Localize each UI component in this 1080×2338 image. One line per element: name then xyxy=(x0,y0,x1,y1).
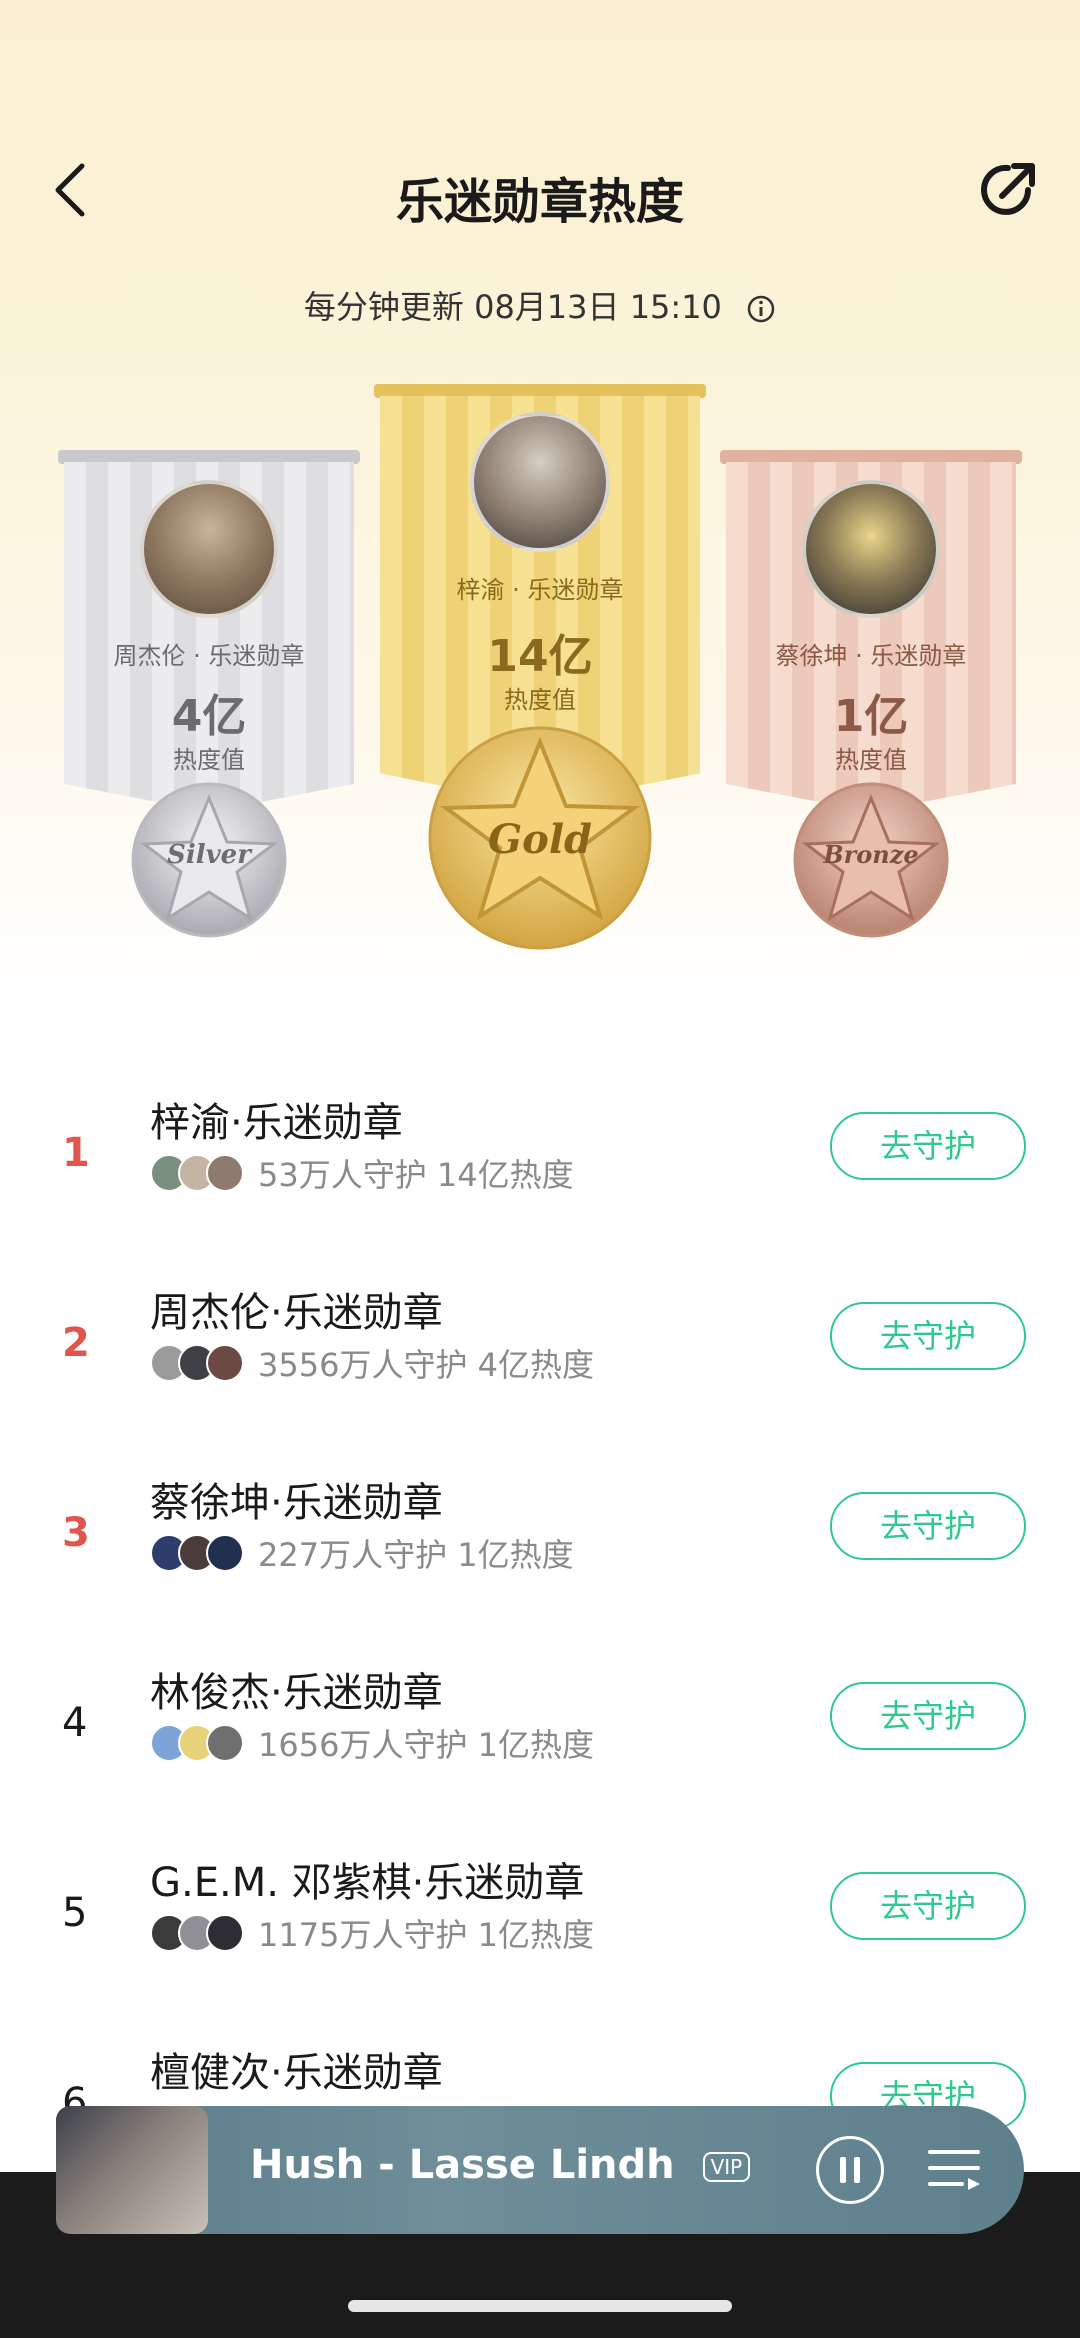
pause-icon xyxy=(840,2157,860,2183)
share-button[interactable] xyxy=(976,158,1040,222)
fan-avatars xyxy=(150,1914,244,1952)
rank-name: G.E.M. 邓紫棋·乐迷勋章 xyxy=(150,1860,585,1906)
playlist-button[interactable] xyxy=(924,2140,984,2200)
medal-label: Bronze xyxy=(823,840,919,869)
share-icon xyxy=(981,163,1035,215)
rank-meta: 227万人守护 1亿热度 xyxy=(150,1530,574,1576)
rank-name: 林俊杰·乐迷勋章 xyxy=(150,1670,443,1716)
podium-label: 热度值 xyxy=(173,746,245,774)
list-item[interactable]: 4 林俊杰·乐迷勋章 1656万人守护 1亿热度 去守护 xyxy=(0,1660,1080,1850)
podium-bronze[interactable]: 蔡徐坤 · 乐迷勋章 1亿 热度值 Bronze xyxy=(720,450,1022,938)
podium-name: 蔡徐坤 · 乐迷勋章 xyxy=(775,642,967,670)
rank-name: 周杰伦·乐迷勋章 xyxy=(150,1290,443,1336)
podium-gold[interactable]: 梓渝 · 乐迷勋章 14亿 热度值 Gold xyxy=(374,384,706,974)
rank-meta: 1175万人守护 1亿热度 xyxy=(150,1910,594,1956)
silver-medal: Silver xyxy=(114,780,304,940)
podium-value: 4亿 xyxy=(171,691,247,742)
playlist-icon xyxy=(928,2150,980,2190)
rank-stats: 1175万人守护 1亿热度 xyxy=(258,1916,594,1954)
update-text: 每分钟更新 08月13日 15:10 xyxy=(303,288,722,326)
update-info: 每分钟更新 08月13日 15:10 xyxy=(0,282,1080,328)
song-name: Hush - Lasse Lindh xyxy=(250,2142,675,2188)
rank-meta: 1656万人守护 1亿热度 xyxy=(150,1720,594,1766)
rank-name: 蔡徐坤·乐迷勋章 xyxy=(150,1480,443,1526)
podium-silver[interactable]: 周杰伦 · 乐迷勋章 4亿 热度值 Silver xyxy=(58,450,360,938)
rank-stats: 3556万人守护 4亿热度 xyxy=(258,1346,594,1384)
vip-badge: VIP xyxy=(702,2152,751,2182)
fan-avatar xyxy=(206,1914,244,1952)
rank-number: 3 xyxy=(62,1510,90,1556)
rank-name: 梓渝·乐迷勋章 xyxy=(150,1100,403,1146)
top-bar: 乐迷勋章热度 xyxy=(0,140,1080,240)
rank-stats: 1656万人守护 1亿热度 xyxy=(258,1726,594,1764)
song-title[interactable]: Hush - Lasse Lindh VIP xyxy=(250,2142,751,2188)
avatar xyxy=(140,480,278,618)
rank-number: 1 xyxy=(62,1130,90,1176)
avatar xyxy=(802,480,940,618)
fan-avatars xyxy=(150,1154,244,1192)
podium-label: 热度值 xyxy=(835,746,907,774)
fan-avatars xyxy=(150,1724,244,1762)
podium-value: 1亿 xyxy=(833,691,909,742)
fan-avatars xyxy=(150,1534,244,1572)
page-title: 乐迷勋章热度 xyxy=(395,174,684,230)
list-item[interactable]: 3 蔡徐坤·乐迷勋章 227万人守护 1亿热度 去守护 xyxy=(0,1470,1080,1660)
fan-avatar xyxy=(206,1154,244,1192)
banner-rod xyxy=(720,450,1022,464)
guard-button[interactable]: 去守护 xyxy=(830,1872,1026,1940)
rank-meta: 53万人守护 14亿热度 xyxy=(150,1150,574,1196)
banner-rod xyxy=(374,384,706,398)
gold-medal: Gold xyxy=(402,720,678,950)
fan-avatar xyxy=(206,1534,244,1572)
podium-name: 梓渝 · 乐迷勋章 xyxy=(456,576,624,604)
guard-button[interactable]: 去守护 xyxy=(830,1492,1026,1560)
list-item[interactable]: 5 G.E.M. 邓紫棋·乐迷勋章 1175万人守护 1亿热度 去守护 xyxy=(0,1850,1080,2040)
rank-stats: 53万人守护 14亿热度 xyxy=(258,1156,574,1194)
podium-label: 热度值 xyxy=(504,686,576,714)
rank-number: 2 xyxy=(62,1320,90,1366)
fan-avatar xyxy=(206,1344,244,1382)
bronze-medal: Bronze xyxy=(776,780,966,940)
guard-button[interactable]: 去守护 xyxy=(830,1302,1026,1370)
fan-avatar xyxy=(206,1724,244,1762)
album-cover[interactable] xyxy=(56,2106,208,2234)
info-icon[interactable] xyxy=(746,294,776,324)
podium-value: 14亿 xyxy=(487,631,593,682)
guard-button[interactable]: 去守护 xyxy=(830,1682,1026,1750)
rank-number: 5 xyxy=(62,1890,88,1936)
medal-label: Silver xyxy=(167,840,251,870)
list-item[interactable]: 1 梓渝·乐迷勋章 53万人守护 14亿热度 去守护 xyxy=(0,1090,1080,1280)
fan-avatars xyxy=(150,1344,244,1382)
banner-rod xyxy=(58,450,360,464)
pause-button[interactable] xyxy=(816,2136,884,2204)
home-indicator xyxy=(348,2300,732,2312)
guard-button[interactable]: 去守护 xyxy=(830,1112,1026,1180)
rank-stats: 227万人守护 1亿热度 xyxy=(258,1536,574,1574)
list-item[interactable]: 2 周杰伦·乐迷勋章 3556万人守护 4亿热度 去守护 xyxy=(0,1280,1080,1470)
rank-name: 檀健次·乐迷勋章 xyxy=(150,2050,443,2096)
rank-number: 4 xyxy=(62,1700,88,1746)
rank-meta: 3556万人守护 4亿热度 xyxy=(150,1340,594,1386)
podium-name: 周杰伦 · 乐迷勋章 xyxy=(113,642,305,670)
mini-player[interactable]: Hush - Lasse Lindh VIP xyxy=(56,2106,1024,2234)
medal-label: Gold xyxy=(487,816,592,863)
avatar xyxy=(470,412,610,552)
